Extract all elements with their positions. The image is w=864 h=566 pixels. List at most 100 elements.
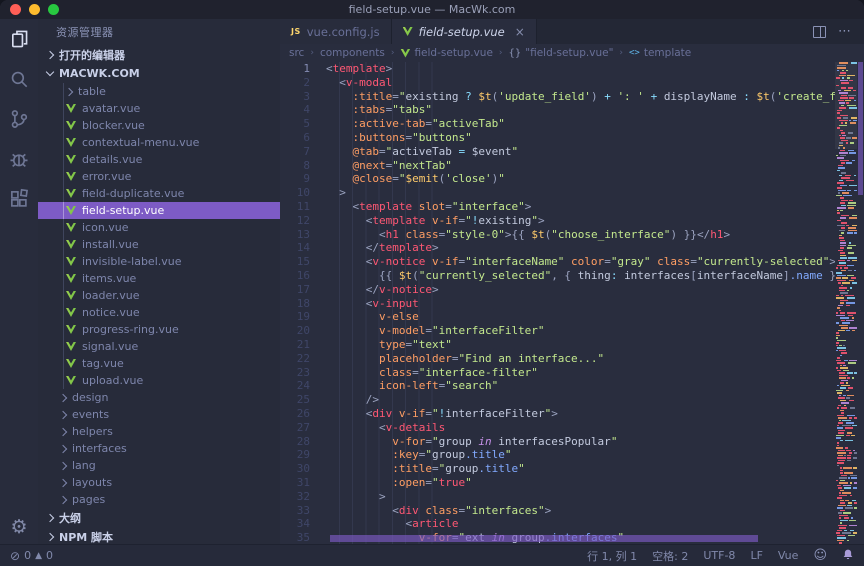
vertical-scrollbar[interactable] [857, 62, 864, 544]
status-item--1-1[interactable]: 行 1, 列 1 [587, 548, 637, 564]
status-item--2[interactable]: 空格: 2 [652, 548, 688, 564]
symbol-template-icon: <> [629, 48, 640, 58]
code-line-text: <template> [326, 62, 835, 76]
sidebar-title: 资源管理器 [38, 19, 280, 45]
code-line-text: </v-notice> [326, 283, 835, 297]
minimap[interactable] [835, 62, 857, 544]
line-number: 7 [280, 145, 310, 159]
breadcrumb-item-4[interactable]: {}"field-setup.vue" [509, 47, 614, 59]
tree-item-signal-vue[interactable]: signal.vue [38, 338, 280, 355]
tree-item-icon-vue[interactable]: icon.vue [38, 219, 280, 236]
chevron-right-icon [59, 427, 67, 435]
code-line-text: placeholder="Find an interface..." [326, 352, 835, 366]
npm-scripts-section[interactable]: NPM 脚本 [38, 527, 280, 544]
tree-item-field-duplicate-vue[interactable]: field-duplicate.vue [38, 185, 280, 202]
source-control-icon[interactable] [0, 99, 38, 139]
code-line-text: :buttons="buttons" [326, 131, 835, 145]
tree-item-blocker-vue[interactable]: blocker.vue [38, 117, 280, 134]
split-editor-icon[interactable] [813, 26, 826, 38]
breadcrumb-item-2[interactable]: components [320, 47, 385, 59]
editor-actions: ⋯ [813, 19, 864, 44]
minimize-window-icon[interactable] [29, 4, 40, 15]
search-icon[interactable] [0, 59, 38, 99]
extensions-icon[interactable] [0, 179, 38, 219]
indent-guide [63, 338, 64, 355]
line-number: 1 [280, 62, 310, 76]
tree-item-loader-vue[interactable]: loader.vue [38, 287, 280, 304]
indent-guide [63, 321, 64, 338]
tree-item-progress-ring-vue[interactable]: progress-ring.vue [38, 321, 280, 338]
outline-section[interactable]: 大纲 [38, 508, 280, 527]
code-line: 7 @tab="activeTab = $event" [280, 145, 835, 159]
tree-item-label: progress-ring.vue [82, 323, 179, 336]
tree-item-label: table [78, 85, 106, 98]
tree-item-helpers[interactable]: helpers [38, 423, 280, 440]
indent-guide [63, 253, 64, 270]
code-line: 29 :key="group.title" [280, 448, 835, 462]
tree-item-pages[interactable]: pages [38, 491, 280, 508]
status-item-utf-8[interactable]: UTF-8 [703, 549, 735, 562]
problems-indicator[interactable]: ⊘ 0 ▲ 0 [10, 549, 53, 563]
code-line-text: </template> [326, 241, 835, 255]
tree-item-avatar-vue[interactable]: avatar.vue [38, 100, 280, 117]
tree-item-field-setup-vue[interactable]: field-setup.vue [38, 202, 280, 219]
tab-field-setup-vue[interactable]: field-setup.vue× [392, 19, 537, 44]
breadcrumb-separator-icon: › [391, 48, 395, 58]
vue-file-icon [66, 291, 76, 300]
tree-item-items-vue[interactable]: items.vue [38, 270, 280, 287]
code-line-text: type="text" [326, 338, 835, 352]
feedback-smiley-icon[interactable]: ☺ [813, 548, 827, 563]
tree-item-install-vue[interactable]: install.vue [38, 236, 280, 253]
tab-vue-config-js[interactable]: JSvue.config.js [280, 19, 392, 44]
close-tab-icon[interactable]: × [515, 25, 525, 39]
tree-item-details-vue[interactable]: details.vue [38, 151, 280, 168]
open-editors-section[interactable]: 打开的编辑器 [38, 45, 280, 64]
activity-bar: ⚙ [0, 19, 38, 544]
tree-item-contextual-menu-vue[interactable]: contextual-menu.vue [38, 134, 280, 151]
tree-item-tag-vue[interactable]: tag.vue [38, 355, 280, 372]
code-line: 9 @close="$emit('close')" [280, 172, 835, 186]
tree-item-upload-vue[interactable]: upload.vue [38, 372, 280, 389]
tree-item-error-vue[interactable]: error.vue [38, 168, 280, 185]
tree-item-label: invisible-label.vue [82, 255, 182, 268]
tree-item-layouts[interactable]: layouts [38, 474, 280, 491]
tree-item-events[interactable]: events [38, 406, 280, 423]
tree-item-notice-vue[interactable]: notice.vue [38, 304, 280, 321]
code-line-text: v-model="interfaceFilter" [326, 324, 835, 338]
tree-item-design[interactable]: design [38, 389, 280, 406]
breadcrumb-label: template [644, 47, 691, 59]
line-number: 20 [280, 324, 310, 338]
breadcrumb-label: field-setup.vue [414, 47, 492, 59]
tree-item-invisible-label-vue[interactable]: invisible-label.vue [38, 253, 280, 270]
code-line: 14 </template> [280, 241, 835, 255]
line-number: 24 [280, 379, 310, 393]
status-item-lf[interactable]: LF [750, 549, 762, 562]
line-number: 34 [280, 517, 310, 531]
tree-item-table[interactable]: table [38, 83, 280, 100]
breadcrumb-item-5[interactable]: <> template [629, 47, 691, 59]
workspace-root-section[interactable]: MACWK.COM [38, 64, 280, 83]
tree-item-interfaces[interactable]: interfaces [38, 440, 280, 457]
breadcrumb-item-3[interactable]: field-setup.vue [400, 47, 492, 59]
notifications-bell-icon[interactable] [842, 548, 854, 564]
tree-item-lang[interactable]: lang [38, 457, 280, 474]
code-editor[interactable]: 1<template>2 <v-modal3 :title="existing … [280, 62, 864, 544]
code-line: 27 <v-details [280, 421, 835, 435]
vertical-scrollbar-thumb[interactable] [858, 62, 863, 195]
code-line: 34 <article [280, 517, 835, 531]
status-item-vue[interactable]: Vue [778, 549, 799, 562]
vue-file-icon [66, 308, 76, 317]
vue-file-icon [66, 240, 76, 249]
vue-file-icon [66, 206, 76, 215]
settings-gear-icon[interactable]: ⚙ [0, 510, 38, 544]
more-actions-icon[interactable]: ⋯ [838, 27, 852, 37]
code-line: 1 <template> [280, 62, 835, 76]
horizontal-scrollbar-thumb[interactable] [330, 535, 758, 542]
maximize-window-icon[interactable] [48, 4, 59, 15]
explorer-icon[interactable] [0, 19, 38, 59]
tree-item-label: error.vue [82, 170, 131, 183]
code-line-text: :title="existing ? $t('update_field') + … [326, 90, 835, 104]
close-window-icon[interactable] [10, 4, 21, 15]
breadcrumb-item-1[interactable]: src [289, 47, 304, 59]
debug-icon[interactable] [0, 139, 38, 179]
